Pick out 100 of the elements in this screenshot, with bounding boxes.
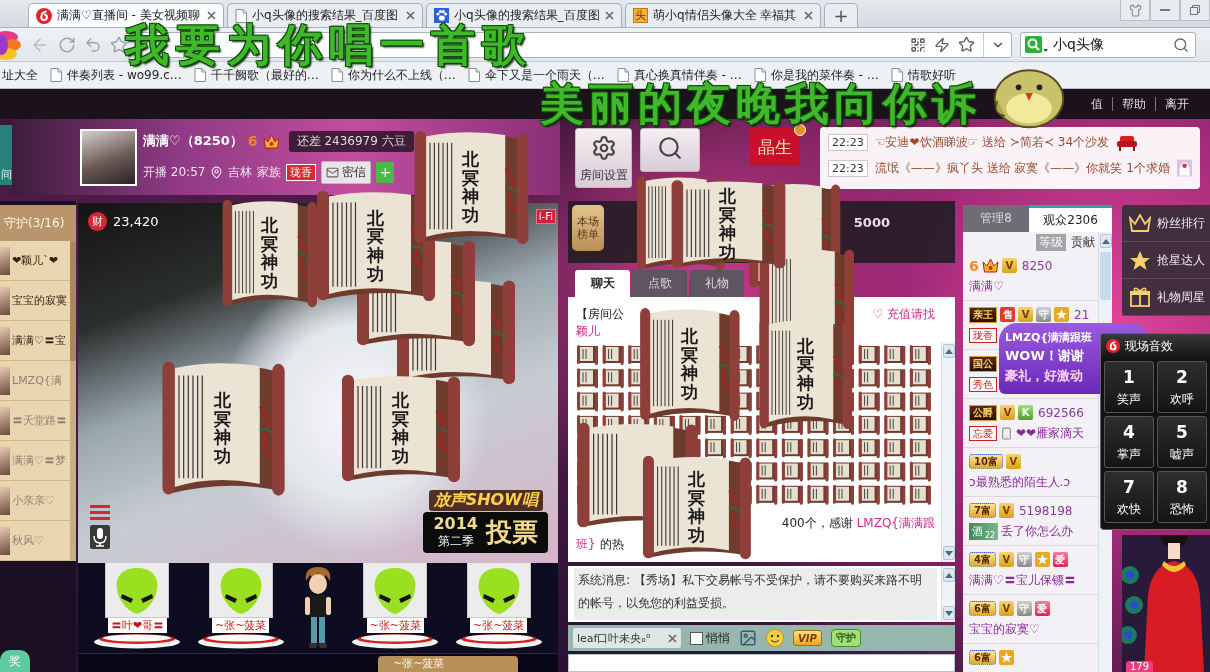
restore-button[interactable] [1180,0,1210,21]
guard-name[interactable]: 宝宝的寂寞 [12,293,67,308]
star-icon [1129,249,1151,271]
image-icon[interactable] [739,629,757,647]
minimize-button[interactable] [1150,0,1180,21]
seat-name[interactable]: ~张~菠菜 [366,618,425,633]
search-field[interactable]: 小q头像 [1020,31,1196,58]
sound-button[interactable]: 4 掌声 [1104,416,1154,468]
guard-name[interactable]: 满满♡〓宝 [12,333,66,348]
vip-badge: V [1000,405,1015,420]
sort-option[interactable]: 贡献 [1068,233,1098,251]
shirt-icon [1128,3,1142,17]
leaderboard-tag[interactable]: 本场榜单 [572,205,604,251]
user-score: 21 [1074,307,1090,322]
new-tab-button[interactable]: + [824,3,858,27]
audience-tab[interactable]: 观众2306 [1029,205,1112,232]
scroll-title: 北冥神功 [462,149,479,225]
nav-link[interactable]: 帮助 [1112,97,1155,111]
scroll-title: 北冥神功 [687,469,705,545]
caret-down-icon [944,550,953,556]
seat-name[interactable]: ~张~菠菜 [469,618,528,633]
scroll-up-button[interactable] [942,344,955,358]
scrollbar-thumb[interactable] [1100,252,1111,300]
room-search-button[interactable] [640,128,700,172]
close-icon[interactable] [605,11,614,20]
scrollbar[interactable] [941,342,955,562]
sound-button[interactable]: 1 笑声 [1104,361,1154,413]
skin-button[interactable] [1120,0,1150,21]
close-icon[interactable] [668,633,677,643]
menu-item[interactable]: 抢星达人 [1122,242,1210,279]
search-icon[interactable] [1173,36,1189,53]
room-settings-button[interactable]: 房间设置 [575,128,632,188]
sound-button[interactable]: 5 嘘声 [1157,416,1207,468]
scrollbar[interactable] [941,566,955,622]
close-icon[interactable] [406,11,415,20]
star-icon [1054,307,1069,322]
recipient-field[interactable]: leaf口叶未央ₒ⁰ [573,628,681,648]
nav-link[interactable]: 值 [1082,97,1112,111]
sound-button[interactable]: 8 恐怖 [1157,471,1207,523]
user-name[interactable]: 满满♡〓宝儿保镖〓 [969,572,1076,589]
user-name[interactable]: 丢了你怎么办 [1001,523,1074,540]
sound-button[interactable]: 7 欢快 [1104,471,1154,523]
scroll-down-button[interactable] [942,606,955,620]
close-icon[interactable] [207,11,216,20]
scroll-title: 北冥神功 [719,186,736,262]
qr-code-icon[interactable] [910,36,926,53]
user-name[interactable]: ❤❤雁家滴天 [1016,425,1085,442]
guard-name[interactable]: ❤颖儿`❤ [12,253,58,268]
chat-tab[interactable]: 礼物 [689,270,744,297]
scroll-down-button[interactable] [942,546,955,560]
crown-icon [981,258,999,273]
star-icon[interactable] [958,36,975,53]
menu-item[interactable]: 粉丝排行 [1122,205,1210,242]
user-score: 8250 [1021,258,1053,273]
chat-tab[interactable]: 聊天 [575,270,630,297]
scrollbar-thumb[interactable] [70,241,76,361]
bookmark-link[interactable]: 伴奏列表 - wo99.c… [50,66,182,84]
card-count: 22 [985,531,996,540]
user-name[interactable]: ↄ最熟悉的陌生人.ↄ [969,474,1070,491]
scroll-up-button[interactable] [1099,234,1112,248]
sofa-icon [1116,134,1139,151]
avatar-photo [0,486,10,515]
user-name[interactable]: 宝宝的寂寞♡ [969,621,1040,638]
message-button[interactable]: 密信 [321,160,372,184]
lightning-icon[interactable] [934,36,950,53]
smiley-icon[interactable] [766,629,784,647]
close-icon[interactable] [804,11,813,20]
bookmark-link[interactable]: 你为什么不上线（… [330,66,456,84]
user-name-link[interactable]: 班} [576,536,596,553]
wealth-badge: 7富 [969,503,996,518]
user-name-link[interactable]: LMZQ{满满跟 [856,515,935,532]
sound-button[interactable]: 2 欢呼 [1157,361,1207,413]
vip-button[interactable]: VIP [793,630,822,646]
scroll-up-button[interactable] [942,568,955,582]
family-badge: 忘爱 [969,426,997,441]
avatar-photo [0,526,10,555]
seat-name[interactable]: ~张~菠菜 [211,618,270,633]
vote-text[interactable]: 投票 [486,515,538,550]
bookmark-link[interactable]: 址大全 [2,66,38,84]
audience-tab[interactable]: 管理8 [963,205,1030,232]
browser-tab[interactable]: 头 萌小q情侣头像大全 幸福其 [625,3,821,27]
bookmark-link[interactable]: 千千阙歌（最好的… [193,66,319,84]
whisper-checkbox[interactable] [690,631,703,645]
nav-link[interactable]: 离开 [1155,97,1198,111]
host-name: 满满♡（8250） [143,132,243,150]
message-field[interactable] [568,654,955,672]
gift-thanks-text: 的热 [599,536,624,553]
page-icon [330,68,343,82]
guard-button[interactable]: 守护 [830,629,861,647]
scrollbar[interactable] [70,241,76,561]
user-name[interactable]: 满满♡ [969,278,1004,295]
scroll-title: 北冥神功 [680,326,698,402]
seat-name[interactable]: 〓叶❤哥〓 [107,618,167,633]
bars-icon[interactable] [90,505,110,521]
chat-tab[interactable]: 点歌 [632,270,687,297]
caret-down-icon [944,610,953,616]
microphone-icon[interactable] [90,525,110,549]
side-tab[interactable]: 间 [0,125,12,185]
k-badge: K [1018,405,1033,420]
menu-item[interactable]: 礼物周星 [1122,279,1210,316]
